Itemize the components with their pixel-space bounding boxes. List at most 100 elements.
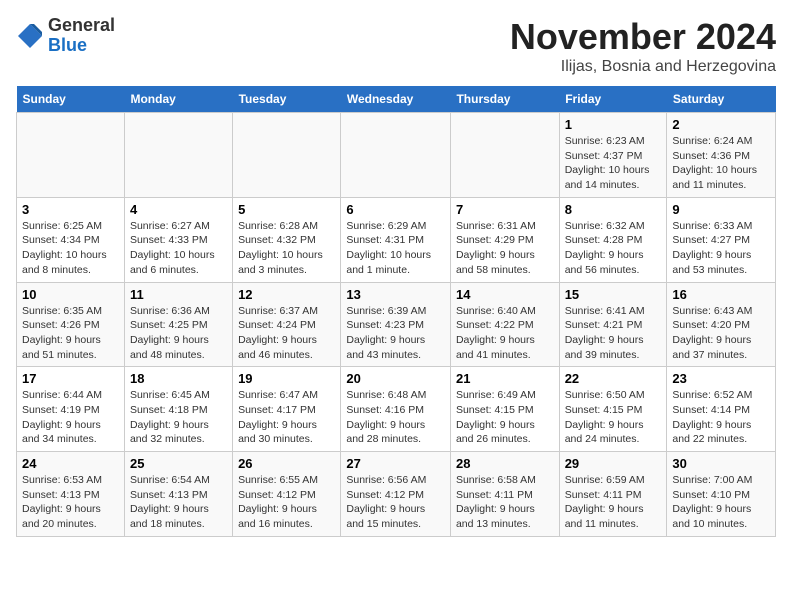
day-number: 2 bbox=[672, 117, 770, 132]
calendar-cell bbox=[124, 113, 232, 198]
calendar-week-row: 3 Sunrise: 6:25 AM Sunset: 4:34 PM Daylig… bbox=[17, 197, 776, 282]
calendar-cell: 9 Sunrise: 6:33 AM Sunset: 4:27 PM Daylig… bbox=[667, 197, 776, 282]
day-info: Sunrise: 6:36 AM Sunset: 4:25 PM Dayligh… bbox=[130, 304, 227, 363]
day-info: Sunrise: 6:23 AM Sunset: 4:37 PM Dayligh… bbox=[565, 134, 662, 193]
calendar-cell: 3 Sunrise: 6:25 AM Sunset: 4:34 PM Daylig… bbox=[17, 197, 125, 282]
col-header-thursday: Thursday bbox=[450, 86, 559, 113]
calendar-cell: 26 Sunrise: 6:55 AM Sunset: 4:12 PM Dayli… bbox=[233, 452, 341, 537]
day-number: 14 bbox=[456, 287, 554, 302]
day-info: Sunrise: 6:55 AM Sunset: 4:12 PM Dayligh… bbox=[238, 473, 335, 532]
day-info: Sunrise: 6:47 AM Sunset: 4:17 PM Dayligh… bbox=[238, 388, 335, 447]
day-number: 29 bbox=[565, 456, 662, 471]
day-number: 16 bbox=[672, 287, 770, 302]
calendar-cell: 23 Sunrise: 6:52 AM Sunset: 4:14 PM Dayli… bbox=[667, 367, 776, 452]
day-number: 27 bbox=[346, 456, 445, 471]
day-number: 22 bbox=[565, 371, 662, 386]
calendar-cell bbox=[341, 113, 451, 198]
logo: General Blue bbox=[16, 16, 115, 56]
day-info: Sunrise: 6:25 AM Sunset: 4:34 PM Dayligh… bbox=[22, 219, 119, 278]
calendar-cell: 13 Sunrise: 6:39 AM Sunset: 4:23 PM Dayli… bbox=[341, 282, 451, 367]
day-number: 7 bbox=[456, 202, 554, 217]
calendar-cell: 15Sunrise: 6:41 AM Sunset: 4:21 PM Dayli… bbox=[559, 282, 667, 367]
calendar-cell: 19 Sunrise: 6:47 AM Sunset: 4:17 PM Dayli… bbox=[233, 367, 341, 452]
calendar-cell: 10 Sunrise: 6:35 AM Sunset: 4:26 PM Dayli… bbox=[17, 282, 125, 367]
day-number: 3 bbox=[22, 202, 119, 217]
calendar-cell: 29 Sunrise: 6:59 AM Sunset: 4:11 PM Dayli… bbox=[559, 452, 667, 537]
day-number: 15 bbox=[565, 287, 662, 302]
calendar-cell: 4Sunrise: 6:27 AM Sunset: 4:33 PM Daylig… bbox=[124, 197, 232, 282]
calendar-cell: 21 Sunrise: 6:49 AM Sunset: 4:15 PM Dayli… bbox=[450, 367, 559, 452]
day-number: 20 bbox=[346, 371, 445, 386]
col-header-monday: Monday bbox=[124, 86, 232, 113]
calendar-cell: 8Sunrise: 6:32 AM Sunset: 4:28 PM Daylig… bbox=[559, 197, 667, 282]
col-header-tuesday: Tuesday bbox=[233, 86, 341, 113]
day-info: Sunrise: 6:28 AM Sunset: 4:32 PM Dayligh… bbox=[238, 219, 335, 278]
calendar-week-row: 10 Sunrise: 6:35 AM Sunset: 4:26 PM Dayli… bbox=[17, 282, 776, 367]
day-info: Sunrise: 6:35 AM Sunset: 4:26 PM Dayligh… bbox=[22, 304, 119, 363]
day-number: 13 bbox=[346, 287, 445, 302]
day-number: 28 bbox=[456, 456, 554, 471]
calendar-cell: 28 Sunrise: 6:58 AM Sunset: 4:11 PM Dayli… bbox=[450, 452, 559, 537]
calendar-cell: 18Sunrise: 6:45 AM Sunset: 4:18 PM Dayli… bbox=[124, 367, 232, 452]
day-number: 9 bbox=[672, 202, 770, 217]
day-number: 12 bbox=[238, 287, 335, 302]
location-subtitle: Ilijas, Bosnia and Herzegovina bbox=[510, 58, 776, 76]
day-info: Sunrise: 6:52 AM Sunset: 4:14 PM Dayligh… bbox=[672, 388, 770, 447]
logo-general-text: General bbox=[48, 15, 115, 35]
logo-icon bbox=[16, 22, 44, 50]
day-info: Sunrise: 6:50 AM Sunset: 4:15 PM Dayligh… bbox=[565, 388, 662, 447]
day-number: 5 bbox=[238, 202, 335, 217]
day-number: 21 bbox=[456, 371, 554, 386]
calendar-cell: 14 Sunrise: 6:40 AM Sunset: 4:22 PM Dayli… bbox=[450, 282, 559, 367]
day-info: Sunrise: 6:56 AM Sunset: 4:12 PM Dayligh… bbox=[346, 473, 445, 532]
calendar-cell: 11 Sunrise: 6:36 AM Sunset: 4:25 PM Dayli… bbox=[124, 282, 232, 367]
day-info: Sunrise: 7:00 AM Sunset: 4:10 PM Dayligh… bbox=[672, 473, 770, 532]
calendar-week-row: 24 Sunrise: 6:53 AM Sunset: 4:13 PM Dayli… bbox=[17, 452, 776, 537]
day-number: 24 bbox=[22, 456, 119, 471]
day-number: 23 bbox=[672, 371, 770, 386]
day-info: Sunrise: 6:53 AM Sunset: 4:13 PM Dayligh… bbox=[22, 473, 119, 532]
calendar-table: SundayMondayTuesdayWednesdayThursdayFrid… bbox=[16, 86, 776, 537]
day-number: 18 bbox=[130, 371, 227, 386]
day-info: Sunrise: 6:40 AM Sunset: 4:22 PM Dayligh… bbox=[456, 304, 554, 363]
day-info: Sunrise: 6:24 AM Sunset: 4:36 PM Dayligh… bbox=[672, 134, 770, 193]
day-number: 19 bbox=[238, 371, 335, 386]
day-info: Sunrise: 6:48 AM Sunset: 4:16 PM Dayligh… bbox=[346, 388, 445, 447]
day-number: 25 bbox=[130, 456, 227, 471]
header: General Blue November 2024 Ilijas, Bosni… bbox=[16, 16, 776, 76]
day-info: Sunrise: 6:43 AM Sunset: 4:20 PM Dayligh… bbox=[672, 304, 770, 363]
col-header-saturday: Saturday bbox=[667, 86, 776, 113]
day-info: Sunrise: 6:59 AM Sunset: 4:11 PM Dayligh… bbox=[565, 473, 662, 532]
logo-blue-text: Blue bbox=[48, 35, 87, 55]
day-info: Sunrise: 6:39 AM Sunset: 4:23 PM Dayligh… bbox=[346, 304, 445, 363]
day-number: 17 bbox=[22, 371, 119, 386]
calendar-cell: 22 Sunrise: 6:50 AM Sunset: 4:15 PM Dayli… bbox=[559, 367, 667, 452]
day-info: Sunrise: 6:54 AM Sunset: 4:13 PM Dayligh… bbox=[130, 473, 227, 532]
calendar-cell: 16 Sunrise: 6:43 AM Sunset: 4:20 PM Dayli… bbox=[667, 282, 776, 367]
day-info: Sunrise: 6:31 AM Sunset: 4:29 PM Dayligh… bbox=[456, 219, 554, 278]
day-info: Sunrise: 6:32 AM Sunset: 4:28 PM Dayligh… bbox=[565, 219, 662, 278]
calendar-week-row: 1 Sunrise: 6:23 AM Sunset: 4:37 PM Daylig… bbox=[17, 113, 776, 198]
day-number: 4 bbox=[130, 202, 227, 217]
day-number: 30 bbox=[672, 456, 770, 471]
calendar-cell: 25 Sunrise: 6:54 AM Sunset: 4:13 PM Dayli… bbox=[124, 452, 232, 537]
calendar-cell: 2 Sunrise: 6:24 AM Sunset: 4:36 PM Daylig… bbox=[667, 113, 776, 198]
day-info: Sunrise: 6:44 AM Sunset: 4:19 PM Dayligh… bbox=[22, 388, 119, 447]
calendar-cell: 30 Sunrise: 7:00 AM Sunset: 4:10 PM Dayli… bbox=[667, 452, 776, 537]
day-number: 1 bbox=[565, 117, 662, 132]
calendar-cell: 17 Sunrise: 6:44 AM Sunset: 4:19 PM Dayli… bbox=[17, 367, 125, 452]
calendar-cell bbox=[233, 113, 341, 198]
day-info: Sunrise: 6:49 AM Sunset: 4:15 PM Dayligh… bbox=[456, 388, 554, 447]
calendar-cell: 27 Sunrise: 6:56 AM Sunset: 4:12 PM Dayli… bbox=[341, 452, 451, 537]
day-info: Sunrise: 6:58 AM Sunset: 4:11 PM Dayligh… bbox=[456, 473, 554, 532]
calendar-cell: 1 Sunrise: 6:23 AM Sunset: 4:37 PM Daylig… bbox=[559, 113, 667, 198]
day-info: Sunrise: 6:33 AM Sunset: 4:27 PM Dayligh… bbox=[672, 219, 770, 278]
day-number: 10 bbox=[22, 287, 119, 302]
calendar-header-row: SundayMondayTuesdayWednesdayThursdayFrid… bbox=[17, 86, 776, 113]
day-number: 26 bbox=[238, 456, 335, 471]
col-header-sunday: Sunday bbox=[17, 86, 125, 113]
calendar-cell: 12Sunrise: 6:37 AM Sunset: 4:24 PM Dayli… bbox=[233, 282, 341, 367]
calendar-cell: 6Sunrise: 6:29 AM Sunset: 4:31 PM Daylig… bbox=[341, 197, 451, 282]
title-area: November 2024 Ilijas, Bosnia and Herzego… bbox=[510, 16, 776, 76]
day-number: 11 bbox=[130, 287, 227, 302]
